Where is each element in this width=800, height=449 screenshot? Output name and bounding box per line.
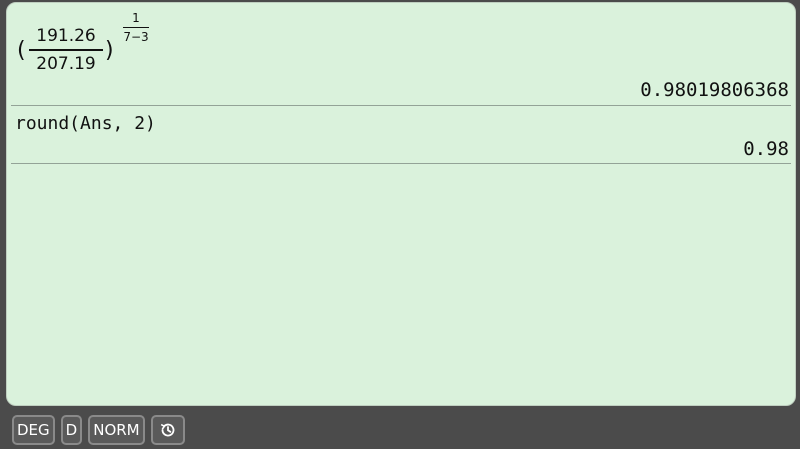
history-result[interactable]: 0.98 [743,138,789,160]
history-entry[interactable]: ( 191.26 207.19 ) 1 7−3 0.98019806368 [11,3,791,106]
calculator-frame: ( 191.26 207.19 ) 1 7−3 0.98019806368 ro… [0,0,800,449]
angle-mode-button[interactable]: DEG [12,415,55,445]
fraction-bar [29,49,103,51]
exponent-numerator: 1 [132,11,140,25]
fraction-numerator: 191.26 [36,26,96,46]
history-button[interactable] [150,415,185,445]
display-mode-button[interactable]: D [60,415,83,445]
status-toolbar: DEG D NORM [12,414,187,446]
close-paren: ) [105,38,114,63]
exponent-denominator: 7−3 [123,30,149,44]
number-format-button[interactable]: NORM [88,415,145,445]
fraction: 191.26 207.19 [29,25,103,75]
fraction-denominator: 207.19 [36,54,96,74]
history-expression: ( 191.26 207.19 ) 1 7−3 [15,3,215,83]
history-entry[interactable]: round(Ans, 2) 0.98 [11,107,791,164]
open-paren: ( [17,38,26,63]
exponent-bar [123,27,149,28]
history-icon [158,420,178,440]
calculator-screen: ( 191.26 207.19 ) 1 7−3 0.98019806368 ro… [6,2,796,406]
exponent-fraction: 1 7−3 [119,11,153,44]
history-result[interactable]: 0.98019806368 [640,79,789,101]
history-expression: round(Ans, 2) [15,113,156,134]
